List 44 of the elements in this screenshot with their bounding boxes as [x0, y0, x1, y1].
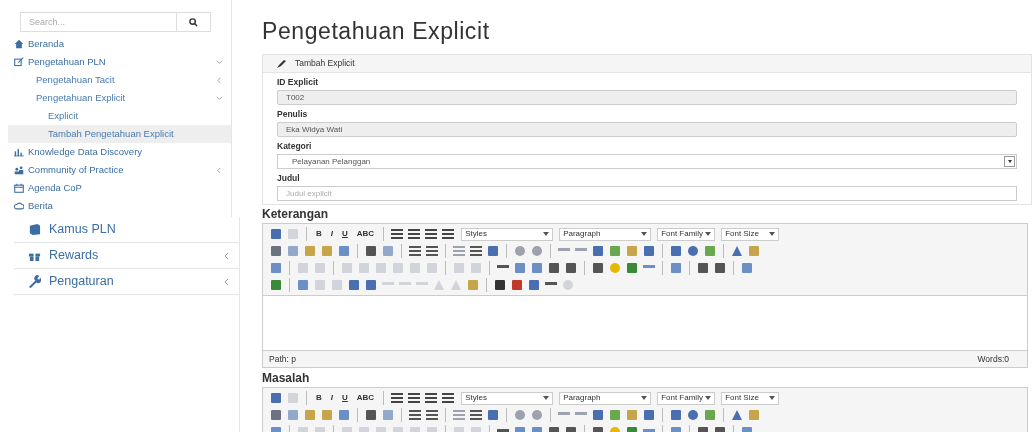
sidebar-item[interactable]: Kamus PLN: [14, 217, 239, 243]
sidebar-item[interactable]: Tambah Pengetahuan Explicit: [8, 125, 231, 143]
readonly-field: T002: [277, 90, 1017, 105]
sidebar-item[interactable]: Pengetahuan Explicit: [8, 89, 231, 107]
format-button[interactable]: I: [327, 228, 336, 240]
toolbar-dropdown[interactable]: Paragraph: [559, 227, 652, 241]
editor-label: Keterangan: [262, 207, 330, 221]
sidebar-item[interactable]: Knowledge Data Discovery: [8, 143, 231, 161]
word-count: Words:0: [977, 352, 1009, 366]
format-button[interactable]: U: [339, 392, 351, 404]
sidebar-item[interactable]: Community of Practice: [8, 161, 231, 179]
format-button[interactable]: U: [339, 228, 351, 240]
sidebar-item[interactable]: Pengetahuan PLN: [8, 53, 231, 71]
toolbar-dropdown[interactable]: Font Family: [657, 227, 716, 241]
format-button[interactable]: I: [327, 392, 336, 404]
editor-label: Masalah: [262, 371, 311, 385]
sidebar-item[interactable]: Explicit: [8, 107, 231, 125]
sidebar-item[interactable]: Agenda CoP: [8, 179, 231, 197]
search-input[interactable]: Search...: [20, 12, 177, 32]
category-select[interactable]: Pelayanan Pelanggan: [277, 154, 1017, 169]
toolbar-dropdown[interactable]: Font Size: [721, 227, 780, 241]
sidebar-item[interactable]: Berita: [8, 197, 231, 215]
toolbar-dropdown[interactable]: Font Family: [657, 391, 716, 405]
field-label: ID Explicit: [277, 77, 320, 88]
panel-title: Tambah Explicit: [295, 57, 355, 70]
format-button[interactable]: B: [313, 392, 325, 404]
toolbar-dropdown[interactable]: Styles: [461, 391, 554, 405]
title-input[interactable]: Judul explicit: [277, 186, 1017, 201]
format-button[interactable]: ABC: [353, 392, 378, 404]
format-button[interactable]: ABC: [353, 228, 378, 240]
field-label: Penulis: [277, 109, 309, 120]
editor-path: Path: p: [269, 352, 296, 366]
page-title: Pengetahuan Explicit: [262, 20, 491, 43]
sidebar-item[interactable]: Pengetahuan Tacit: [8, 71, 231, 89]
readonly-field: Eka Widya Wati: [277, 122, 1017, 137]
field-label: Judul: [277, 173, 301, 184]
field-label: Kategori: [277, 141, 313, 152]
toolbar-dropdown[interactable]: Paragraph: [559, 391, 652, 405]
toolbar-dropdown[interactable]: Styles: [461, 227, 554, 241]
sidebar-item[interactable]: Beranda: [8, 35, 231, 53]
sidebar-item[interactable]: Rewards: [14, 243, 239, 269]
toolbar-dropdown[interactable]: Font Size: [721, 391, 780, 405]
sidebar-item[interactable]: Pengaturan: [14, 269, 239, 295]
format-button[interactable]: B: [313, 228, 325, 240]
